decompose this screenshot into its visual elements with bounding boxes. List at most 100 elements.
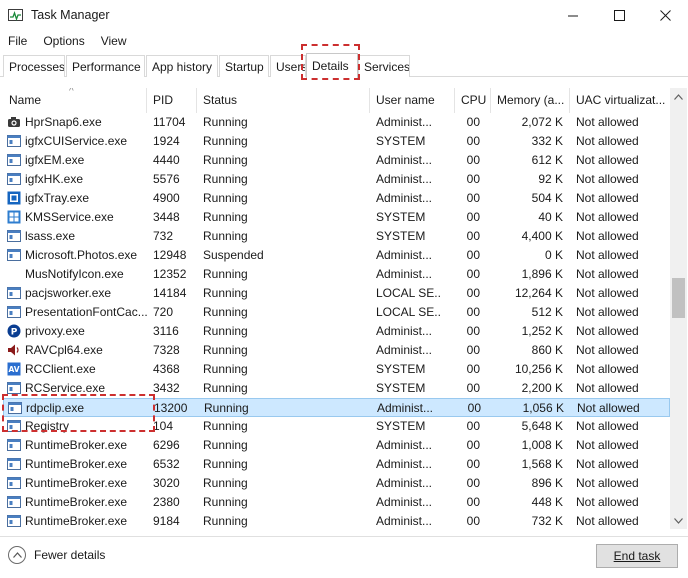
cell-pid: 720 <box>153 305 174 319</box>
window-icon <box>7 135 21 147</box>
column-header-user-name[interactable]: User name <box>370 88 455 113</box>
cell-mem: 92 K <box>538 172 563 186</box>
table-row[interactable]: igfxEM.exe 4440 Running Administ... 00 612 K N… <box>3 151 670 170</box>
cell-cpu: 00 <box>466 324 480 338</box>
table-row[interactable]: KMSService.exe 3448 Running SYSTEM 00 40 K Not… <box>3 208 670 227</box>
cell-mem: 332 K <box>531 134 563 148</box>
cell-name: RAVCpl64.exe <box>25 343 103 357</box>
cell-status: Running <box>203 305 248 319</box>
window-icon <box>7 173 21 185</box>
cell-status: Running <box>203 191 248 205</box>
table-row[interactable]: Registry 104 Running SYSTEM 00 5,648 K Not all… <box>3 417 670 436</box>
vertical-scrollbar[interactable] <box>670 88 687 529</box>
window-icon <box>7 496 21 508</box>
cell-pid: 4440 <box>153 153 180 167</box>
table-row[interactable]: RuntimeBroker.exe 3020 Running Administ... 0… <box>3 474 670 493</box>
maximize-button[interactable] <box>596 0 642 31</box>
scroll-thumb[interactable] <box>672 278 685 318</box>
table-row[interactable]: RCService.exe 3432 Running SYSTEM 00 2,200 K N… <box>3 379 670 398</box>
tab-startup[interactable]: Startup <box>219 55 269 77</box>
cell-cpu: 00 <box>466 134 480 148</box>
table-row[interactable]: lsass.exe 732 Running SYSTEM 00 4,400 K Not al… <box>3 227 670 246</box>
table-row[interactable]: igfxCUIService.exe 1924 Running SYSTEM 00 332… <box>3 132 670 151</box>
cell-status: Running <box>203 134 248 148</box>
cell-cpu: 00 <box>466 191 480 205</box>
tab-details[interactable]: Details <box>306 53 358 78</box>
tab-app-history[interactable]: App history <box>146 55 218 77</box>
cell-name: RuntimeBroker.exe <box>25 514 128 528</box>
cell-uac: Not allowed <box>576 343 639 357</box>
cell-mem: 40 K <box>538 210 563 224</box>
cell-name: RuntimeBroker.exe <box>25 457 128 471</box>
chevron-down-icon <box>674 517 683 524</box>
table-row[interactable]: PresentationFontCac... 720 Running LOCAL SE… <box>3 303 670 322</box>
cell-cpu: 00 <box>466 495 480 509</box>
cell-uac: Not allowed <box>576 514 639 528</box>
column-header-status[interactable]: Status <box>197 88 370 113</box>
cell-user: Administ... <box>376 115 433 129</box>
cell-pid: 732 <box>153 229 174 243</box>
table-row[interactable]: igfxTray.exe 4900 Running Administ... 00 504 … <box>3 189 670 208</box>
table-row[interactable]: RuntimeBroker.exe 9184 Running Administ... 0… <box>3 512 670 529</box>
tab-processes[interactable]: Processes <box>3 55 65 77</box>
scroll-up-button[interactable] <box>670 88 687 105</box>
table-row[interactable]: RuntimeBroker.exe 6532 Running Administ... 0… <box>3 455 670 474</box>
minimize-button[interactable] <box>550 0 596 31</box>
table-row[interactable]: Pprivoxy.exe 3116 Running Administ... 00 1,25… <box>3 322 670 341</box>
tab-users[interactable]: Users <box>270 55 306 77</box>
cell-uac: Not allowed <box>576 286 639 300</box>
table-row[interactable]: HprSnap6.exe 11704 Running Administ... 00 2,0… <box>3 113 670 132</box>
tab-performance[interactable]: Performance <box>66 55 145 77</box>
cell-user: Administ... <box>376 267 433 281</box>
cell-mem: 10,256 K <box>514 362 563 376</box>
menu-view[interactable]: View <box>93 31 135 51</box>
window-icon <box>7 230 21 242</box>
end-task-button[interactable]: End task <box>596 544 678 568</box>
close-button[interactable] <box>642 0 688 31</box>
table-row-selected[interactable]: rdpclip.exe 13200 Running Administ... 00 1,05… <box>3 398 670 417</box>
cell-user: Administ... <box>376 514 433 528</box>
cell-user: Administ... <box>376 324 433 338</box>
cell-pid: 3432 <box>153 381 180 395</box>
chevron-up-circle-icon <box>8 546 26 564</box>
cell-pid: 1924 <box>153 134 180 148</box>
table-row[interactable]: pacjsworker.exe 14184 Running LOCAL SE... 00… <box>3 284 670 303</box>
tab-services[interactable]: Services <box>358 55 410 77</box>
process-table: ^ Name PID Status User name CPU Memory (… <box>3 88 670 529</box>
column-header-name[interactable]: Name <box>3 88 147 113</box>
cell-status: Running <box>203 457 248 471</box>
cell-cpu: 00 <box>466 248 480 262</box>
cell-name: PresentationFontCac... <box>25 305 147 319</box>
table-row[interactable]: Microsoft.Photos.exe 12948 Suspended Admini… <box>3 246 670 265</box>
cell-uac: Not allowed <box>576 476 639 490</box>
window-icon <box>7 458 21 470</box>
fewer-details-button[interactable]: Fewer details <box>8 545 105 565</box>
column-header-uac[interactable]: UAC virtualizat... <box>570 88 670 113</box>
table-row[interactable]: igfxHK.exe 5576 Running Administ... 00 92 K No… <box>3 170 670 189</box>
cell-cpu: 00 <box>466 514 480 528</box>
table-row[interactable]: AV RCClient.exe 4368 Running SYSTEM 00 10,256 … <box>3 360 670 379</box>
cell-name: RCClient.exe <box>25 362 96 376</box>
table-row[interactable]: RuntimeBroker.exe 6296 Running Administ... 0… <box>3 436 670 455</box>
intel-tray-icon <box>7 191 21 205</box>
table-row[interactable]: RAVCpl64.exe 7328 Running Administ... 00 860 … <box>3 341 670 360</box>
menu-file[interactable]: File <box>0 31 35 51</box>
cell-user: SYSTEM <box>376 362 426 376</box>
cell-uac: Not allowed <box>576 115 639 129</box>
table-row[interactable]: MusNotifyIcon.exe 12352 Running Administ...… <box>3 265 670 284</box>
column-header-pid[interactable]: PID <box>147 88 197 113</box>
cell-uac: Not allowed <box>576 153 639 167</box>
cell-cpu: 00 <box>466 210 480 224</box>
column-header-cpu[interactable]: CPU <box>455 88 491 113</box>
cell-user: SYSTEM <box>376 134 426 148</box>
menu-options[interactable]: Options <box>35 31 92 51</box>
cell-name: RCService.exe <box>25 381 106 395</box>
scroll-down-button[interactable] <box>670 512 687 529</box>
cell-cpu: 00 <box>467 401 481 415</box>
cell-pid: 11704 <box>153 115 186 129</box>
cell-mem: 896 K <box>531 476 563 490</box>
table-row[interactable]: RuntimeBroker.exe 2380 Running Administ... 0… <box>3 493 670 512</box>
column-header-memory[interactable]: Memory (a... <box>491 88 570 113</box>
cell-status: Running <box>203 229 248 243</box>
cell-pid: 6296 <box>153 438 180 452</box>
